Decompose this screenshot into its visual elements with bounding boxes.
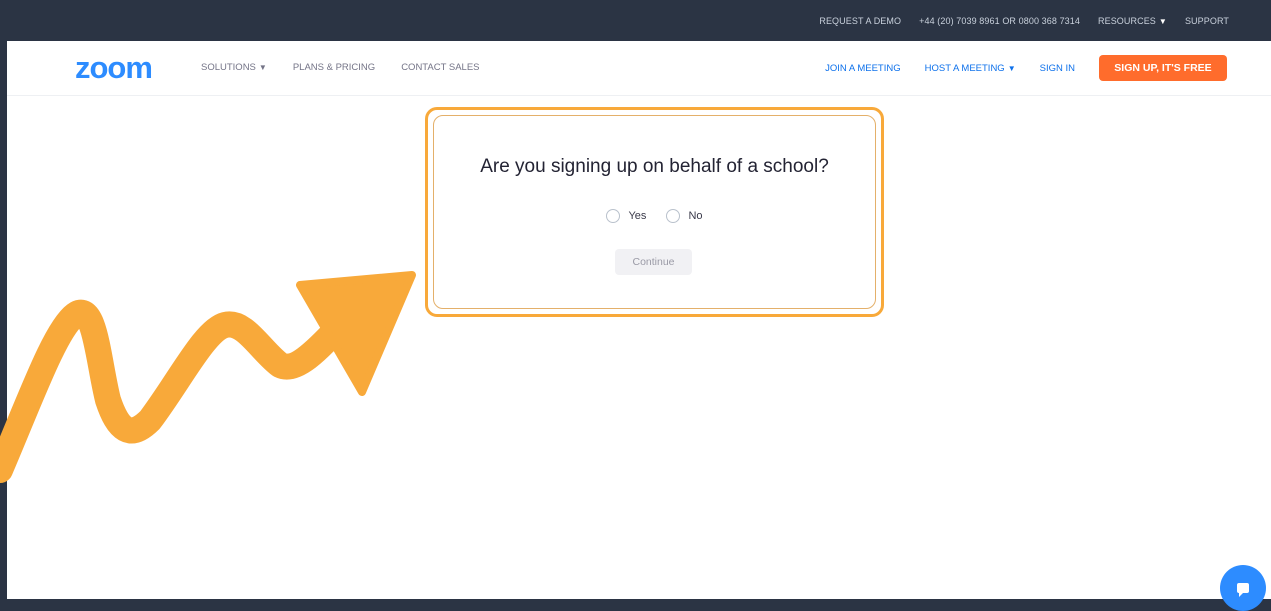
- school-question-heading: Are you signing up on behalf of a school…: [480, 156, 829, 177]
- support-link[interactable]: SUPPORT: [1185, 16, 1229, 26]
- yes-radio[interactable]: [606, 209, 621, 223]
- chat-support-button[interactable]: [1220, 565, 1266, 611]
- contact-sales-link[interactable]: CONTACT SALES: [401, 62, 479, 73]
- school-question-card: Are you signing up on behalf of a school…: [433, 115, 876, 309]
- chat-bubble-icon: [1237, 583, 1249, 597]
- solutions-menu[interactable]: SOLUTIONS ▼: [201, 62, 267, 73]
- caret-down-icon: ▼: [258, 63, 267, 72]
- host-meeting-label: HOST A MEETING: [924, 62, 1005, 74]
- no-label: No: [688, 210, 703, 222]
- nav-right-links: JOIN A MEETING HOST A MEETING ▼ SIGN IN S…: [825, 55, 1227, 81]
- caret-down-icon: ▼: [1007, 63, 1016, 73]
- sign-up-button[interactable]: SIGN UP, IT'S FREE: [1099, 55, 1227, 81]
- school-question-highlight: Are you signing up on behalf of a school…: [425, 107, 884, 317]
- continue-button[interactable]: Continue: [615, 249, 692, 275]
- join-meeting-link[interactable]: JOIN A MEETING: [825, 63, 901, 74]
- resources-label: RESOURCES: [1098, 15, 1156, 26]
- plans-pricing-link[interactable]: PLANS & PRICING: [293, 62, 375, 73]
- solutions-label: SOLUTIONS: [201, 62, 256, 73]
- host-meeting-menu[interactable]: HOST A MEETING ▼: [925, 63, 1016, 74]
- school-options: Yes No: [434, 209, 875, 223]
- resources-menu[interactable]: RESOURCES ▼: [1098, 16, 1167, 26]
- no-option[interactable]: No: [666, 209, 703, 223]
- utility-bar: REQUEST A DEMO +44 (20) 7039 8961 OR 080…: [0, 0, 1271, 41]
- sign-in-link[interactable]: SIGN IN: [1040, 63, 1075, 74]
- main-navbar: zoom SOLUTIONS ▼ PLANS & PRICING CONTACT …: [7, 41, 1271, 96]
- request-demo-link[interactable]: REQUEST A DEMO: [819, 16, 901, 26]
- page-content: zoom SOLUTIONS ▼ PLANS & PRICING CONTACT …: [7, 41, 1271, 611]
- caret-down-icon: ▼: [1158, 16, 1167, 26]
- yes-label: Yes: [628, 210, 647, 222]
- zoom-logo[interactable]: zoom: [75, 52, 153, 83]
- phone-number-link[interactable]: +44 (20) 7039 8961 OR 0800 368 7314: [919, 16, 1080, 26]
- nav-left-links: SOLUTIONS ▼ PLANS & PRICING CONTACT SALES: [201, 62, 506, 73]
- yes-option[interactable]: Yes: [606, 209, 646, 223]
- no-radio[interactable]: [666, 209, 681, 223]
